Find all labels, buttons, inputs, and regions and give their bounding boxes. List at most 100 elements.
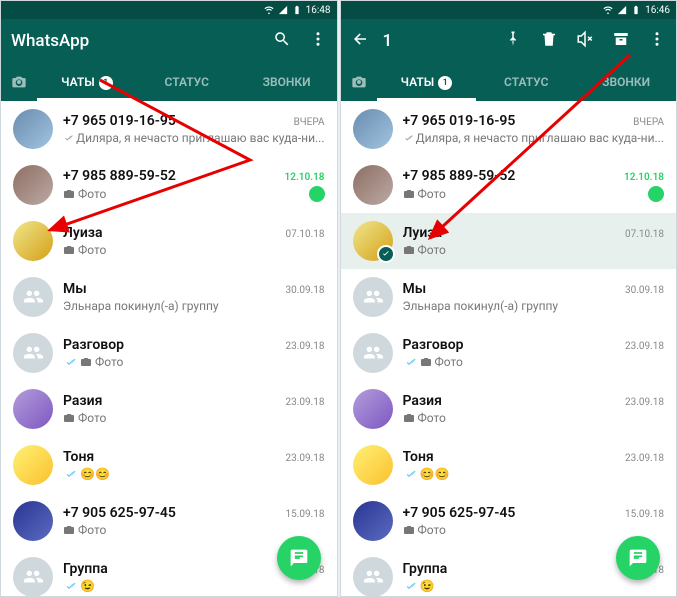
screen-right: 16:46 1 ЧАТЫ1 СТАТУС ЗВОНКИ +7 965 019-1… bbox=[341, 1, 677, 596]
tab-calls[interactable]: ЗВОНКИ bbox=[237, 63, 337, 101]
search-icon[interactable] bbox=[273, 30, 291, 52]
avatar[interactable] bbox=[13, 445, 53, 485]
chat-name: Группа bbox=[63, 561, 108, 577]
chat-name: Разговор bbox=[403, 337, 464, 353]
tab-calls[interactable]: ЗВОНКИ bbox=[576, 63, 676, 101]
archive-icon[interactable] bbox=[612, 30, 630, 52]
chat-message: Фото bbox=[403, 243, 446, 257]
tab-chats[interactable]: ЧАТЫ1 bbox=[37, 63, 137, 101]
chat-message: Диляра, я нечасто приглашаю вас куда-ни.… bbox=[403, 131, 665, 145]
more-icon[interactable] bbox=[648, 30, 666, 52]
chat-row[interactable]: Разговор 23.09.18 Фото bbox=[1, 325, 337, 381]
tab-status[interactable]: СТАТУС bbox=[476, 63, 576, 101]
photo-icon bbox=[420, 356, 432, 368]
tab-status[interactable]: СТАТУС bbox=[137, 63, 237, 101]
battery-icon bbox=[292, 5, 302, 15]
wifi-icon bbox=[603, 5, 613, 15]
chat-time: 23.09.18 bbox=[286, 397, 325, 408]
chat-row[interactable]: Разговор23.09.18Фото bbox=[341, 325, 677, 381]
chat-row[interactable]: Разия23.09.18Фото bbox=[341, 381, 677, 437]
status-bar: 16:48 bbox=[1, 1, 337, 19]
photo-icon bbox=[403, 244, 415, 256]
status-bar: 16:46 bbox=[341, 1, 677, 19]
tabs: ЧАТЫ1 СТАТУС ЗВОНКИ bbox=[341, 63, 677, 101]
chat-name: Тоня bbox=[403, 449, 434, 465]
ticks-read-icon bbox=[63, 580, 77, 592]
chat-row[interactable]: Луиза 07.10.18 Фото bbox=[341, 213, 677, 269]
new-chat-fab[interactable] bbox=[616, 536, 660, 580]
tab-chats[interactable]: ЧАТЫ1 bbox=[377, 63, 477, 101]
avatar[interactable] bbox=[13, 501, 53, 541]
avatar[interactable] bbox=[13, 333, 53, 373]
chat-list: +7 965 019-16-95ВЧЕРАДиляра, я нечасто п… bbox=[341, 101, 677, 596]
chat-message: 😉 bbox=[403, 579, 435, 593]
chat-time: 30.09.18 bbox=[286, 285, 325, 296]
chat-name: Мы bbox=[403, 281, 427, 297]
chat-message: Фото bbox=[63, 355, 123, 369]
avatar[interactable] bbox=[13, 557, 53, 596]
ticks-read-icon bbox=[403, 580, 417, 592]
chat-time: 23.09.18 bbox=[625, 397, 664, 408]
chat-name: Мы bbox=[63, 281, 87, 297]
avatar[interactable] bbox=[353, 221, 393, 261]
chat-name: +7 985 889-59-52 bbox=[63, 168, 176, 184]
more-icon[interactable] bbox=[309, 30, 327, 52]
chat-row[interactable]: Мы 30.09.18 Эльнара покинул(-а) группу bbox=[341, 269, 677, 325]
chat-row[interactable]: Разия23.09.18Фото bbox=[1, 381, 337, 437]
photo-icon bbox=[63, 188, 75, 200]
chat-time: 07.10.18 bbox=[625, 229, 664, 240]
photo-icon bbox=[403, 188, 415, 200]
chat-message: Эльнара покинул(-а) группу bbox=[63, 299, 219, 313]
chat-message: Эльнара покинул(-а) группу bbox=[403, 299, 559, 313]
chat-row[interactable]: Луиза07.10.18Фото bbox=[1, 213, 337, 269]
avatar[interactable] bbox=[353, 165, 393, 205]
chat-message: 😉 bbox=[63, 579, 95, 593]
chat-row[interactable]: +7 985 889-59-5212.10.18Фото bbox=[1, 157, 337, 213]
avatar[interactable] bbox=[353, 501, 393, 541]
status-time: 16:46 bbox=[645, 5, 670, 16]
chat-time: 23.09.18 bbox=[286, 341, 325, 352]
chat-name: Разговор bbox=[63, 337, 124, 353]
pin-icon[interactable] bbox=[504, 30, 522, 52]
chats-badge: 1 bbox=[99, 76, 113, 90]
avatar[interactable] bbox=[353, 277, 393, 317]
avatar[interactable] bbox=[13, 389, 53, 429]
battery-icon bbox=[631, 5, 641, 15]
chat-row[interactable]: Тоня23.09.18😊😊 bbox=[1, 437, 337, 493]
new-chat-fab[interactable] bbox=[277, 536, 321, 580]
avatar[interactable] bbox=[13, 221, 53, 261]
back-icon[interactable] bbox=[351, 30, 369, 52]
avatar[interactable] bbox=[353, 333, 393, 373]
chat-row[interactable]: Мы 30.09.18 Эльнара покинул(-а) группу bbox=[1, 269, 337, 325]
message-icon bbox=[289, 548, 309, 568]
status-time: 16:48 bbox=[306, 5, 331, 16]
chat-row[interactable]: Тоня23.09.18😊😊 bbox=[341, 437, 677, 493]
photo-icon bbox=[63, 524, 75, 536]
chat-row[interactable]: +7 965 019-16-95ВЧЕРАДиляра, я нечасто п… bbox=[1, 101, 337, 157]
chat-message: Фото bbox=[403, 187, 446, 201]
chat-time: 15.09.18 bbox=[286, 509, 325, 520]
chat-name: +7 905 625-97-45 bbox=[63, 505, 176, 521]
ticks-read-icon bbox=[63, 468, 77, 480]
camera-tab[interactable] bbox=[1, 74, 37, 90]
chat-name: +7 985 889-59-52 bbox=[403, 168, 516, 184]
avatar[interactable] bbox=[353, 389, 393, 429]
mute-icon[interactable] bbox=[576, 30, 594, 52]
chat-row[interactable]: +7 985 889-59-5212.10.18Фото bbox=[341, 157, 677, 213]
avatar[interactable] bbox=[353, 445, 393, 485]
screen-left: 16:48 WhatsApp ЧАТЫ1 СТАТУС ЗВОНКИ +7 96… bbox=[1, 1, 337, 596]
chat-name: Луиза bbox=[403, 225, 443, 241]
chat-row[interactable]: +7 965 019-16-95ВЧЕРАДиляра, я нечасто п… bbox=[341, 101, 677, 157]
chat-message: Диляра, я нечасто приглашаю вас куда-ни.… bbox=[63, 131, 325, 145]
avatar[interactable] bbox=[13, 165, 53, 205]
avatar[interactable] bbox=[13, 109, 53, 149]
delete-icon[interactable] bbox=[540, 30, 558, 52]
chats-badge: 1 bbox=[438, 76, 452, 90]
avatar[interactable] bbox=[13, 277, 53, 317]
avatar[interactable] bbox=[353, 109, 393, 149]
ticks-delivered-icon bbox=[63, 132, 73, 144]
chat-message: Фото bbox=[403, 411, 446, 425]
chat-time: 30.09.18 bbox=[625, 285, 664, 296]
camera-tab[interactable] bbox=[341, 74, 377, 90]
avatar[interactable] bbox=[353, 557, 393, 596]
